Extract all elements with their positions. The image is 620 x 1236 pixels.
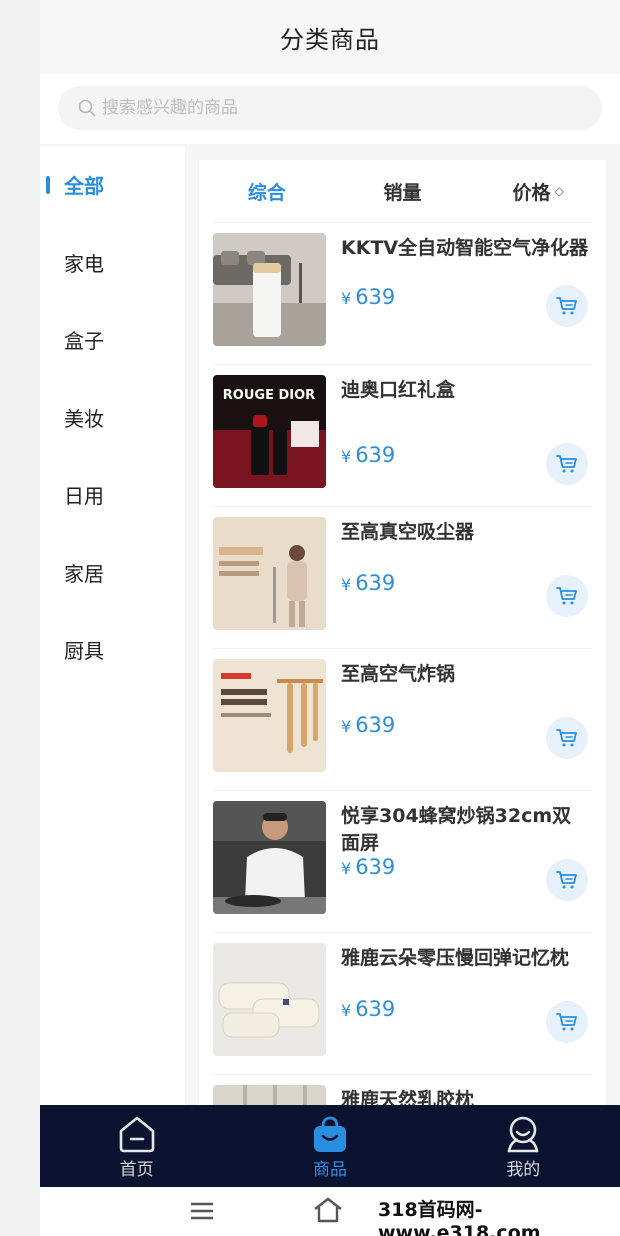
active-indicator	[46, 176, 50, 194]
product-image	[213, 1085, 326, 1106]
app-screen: 分类商品 全部 家电 盒子 美妆 日用 家居	[40, 0, 620, 1236]
price-value: 639	[355, 997, 396, 1021]
product-price: ¥639	[341, 997, 395, 1021]
product-price: ¥639	[341, 855, 395, 879]
sort-tab-label: 综合	[247, 181, 286, 204]
add-to-cart-button[interactable]	[546, 575, 588, 617]
price-value: 639	[355, 571, 396, 595]
sidebar-item-kitchen[interactable]: 厨具	[40, 611, 185, 689]
currency-symbol: ¥	[341, 717, 352, 736]
product-item[interactable]: ROUGE DIOR 迪奥口红礼盒 ¥639	[213, 364, 592, 506]
sort-tab-label: 价格	[512, 181, 551, 204]
cart-icon	[556, 587, 577, 605]
sort-tab-sales[interactable]: 销量	[335, 178, 471, 205]
price-value: 639	[355, 855, 396, 879]
category-sidebar: 全部 家电 盒子 美妆 日用 家居 厨具	[40, 146, 185, 1106]
system-home-icon[interactable]	[312, 1197, 344, 1223]
sidebar-item-label: 盒子	[64, 329, 104, 354]
sidebar-item-appliances[interactable]: 家电	[40, 224, 185, 302]
thumb-brand-text: ROUGE DIOR	[223, 388, 315, 403]
sort-tab-label: 销量	[383, 181, 422, 204]
tab-label: 商品	[312, 1160, 347, 1180]
search-box[interactable]	[58, 86, 602, 130]
product-image	[213, 659, 326, 772]
product-item[interactable]: 悦享304蜂窝炒锅32cm双面屏 ¥639	[213, 790, 592, 932]
currency-symbol: ¥	[341, 859, 352, 878]
user-icon	[508, 1116, 539, 1153]
add-to-cart-button[interactable]	[546, 859, 588, 901]
product-image	[213, 943, 326, 1056]
sidebar-item-label: 家电	[64, 251, 104, 276]
search-area	[40, 74, 620, 144]
home-icon	[119, 1116, 154, 1153]
sort-bar: 综合 销量 价格 ◇	[199, 160, 606, 222]
sidebar-item-daily[interactable]: 日用	[40, 456, 185, 534]
bottom-tab-bar: 首页 商品 我的	[40, 1105, 620, 1187]
product-item[interactable]: KKTV全自动智能空气净化器 ¥639	[213, 222, 592, 364]
sidebar-item-label: 厨具	[64, 639, 104, 664]
currency-symbol: ¥	[341, 289, 352, 308]
product-image	[213, 233, 326, 346]
price-value: 639	[355, 713, 396, 737]
sort-updown-icon: ◇	[554, 184, 564, 198]
price-value: 639	[355, 443, 396, 467]
search-input[interactable]	[102, 98, 542, 118]
cart-icon	[556, 297, 577, 315]
product-price: ¥639	[341, 713, 395, 737]
product-name: 迪奥口红礼盒	[341, 379, 456, 401]
sidebar-item-boxes[interactable]: 盒子	[40, 301, 185, 379]
sidebar-item-label: 日用	[64, 484, 104, 509]
product-price: ¥639	[341, 443, 395, 467]
left-gutter	[0, 0, 40, 1236]
add-to-cart-button[interactable]	[546, 717, 588, 759]
product-image	[213, 517, 326, 630]
add-to-cart-button[interactable]	[546, 443, 588, 485]
tab-label: 我的	[506, 1160, 541, 1180]
currency-symbol: ¥	[341, 447, 352, 466]
watermark-text: 318首码网-www.e318.com	[374, 1195, 620, 1236]
currency-symbol: ¥	[341, 575, 352, 594]
sort-tab-price[interactable]: 价格 ◇	[470, 178, 606, 205]
tab-label: 首页	[119, 1160, 154, 1180]
system-navigation-bar: 318首码网-www.e318.com	[40, 1187, 620, 1236]
product-price: ¥639	[341, 571, 395, 595]
product-name: 雅鹿天然乳胶枕	[341, 1089, 475, 1106]
sidebar-item-beauty[interactable]: 美妆	[40, 379, 185, 457]
product-panel: 综合 销量 价格 ◇ KKTV全自动智能空气净化器 ¥ 639 ROUGE DI…	[199, 160, 606, 1106]
tab-home[interactable]: 首页	[40, 1105, 233, 1187]
sidebar-item-label: 美妆	[64, 406, 104, 431]
product-name: 悦享304蜂窝炒锅32cm双面屏	[341, 805, 572, 854]
product-item[interactable]: 至高空气炸锅 ¥639	[213, 648, 592, 790]
product-image: ROUGE DIOR	[213, 375, 326, 488]
product-name: 至高真空吸尘器	[341, 521, 475, 543]
cart-icon	[556, 1013, 577, 1031]
shopping-bag-icon	[313, 1116, 346, 1152]
sidebar-item-label: 全部	[64, 174, 104, 199]
currency-symbol: ¥	[341, 1001, 352, 1020]
product-item[interactable]: 雅鹿天然乳胶枕 ¥639	[213, 1074, 592, 1106]
add-to-cart-button[interactable]	[546, 1001, 588, 1043]
cart-icon	[556, 871, 577, 889]
page-header: 分类商品	[40, 0, 620, 74]
price-value: 639	[355, 285, 396, 309]
menu-icon[interactable]	[190, 1201, 214, 1221]
add-to-cart-button[interactable]	[546, 285, 588, 327]
cart-icon	[556, 729, 577, 747]
page-title: 分类商品	[280, 25, 380, 54]
sort-tab-overall[interactable]: 综合	[199, 178, 335, 205]
product-item[interactable]: 雅鹿云朵零压慢回弹记忆枕 ¥639	[213, 932, 592, 1074]
product-item[interactable]: 至高真空吸尘器 ¥639	[213, 506, 592, 648]
product-name: 雅鹿云朵零压慢回弹记忆枕	[341, 947, 570, 969]
sidebar-item-home[interactable]: 家居	[40, 534, 185, 612]
product-image	[213, 801, 326, 914]
product-name: 至高空气炸锅	[341, 663, 456, 685]
cart-icon	[556, 455, 577, 473]
sidebar-item-all[interactable]: 全部	[40, 146, 185, 224]
sidebar-item-label: 家居	[64, 561, 104, 586]
search-icon	[78, 99, 96, 117]
product-name: KKTV全自动智能空气净化器	[341, 237, 589, 259]
tab-products[interactable]: 商品	[233, 1105, 426, 1187]
tab-profile[interactable]: 我的	[427, 1105, 620, 1187]
product-price: ¥639	[341, 285, 395, 309]
